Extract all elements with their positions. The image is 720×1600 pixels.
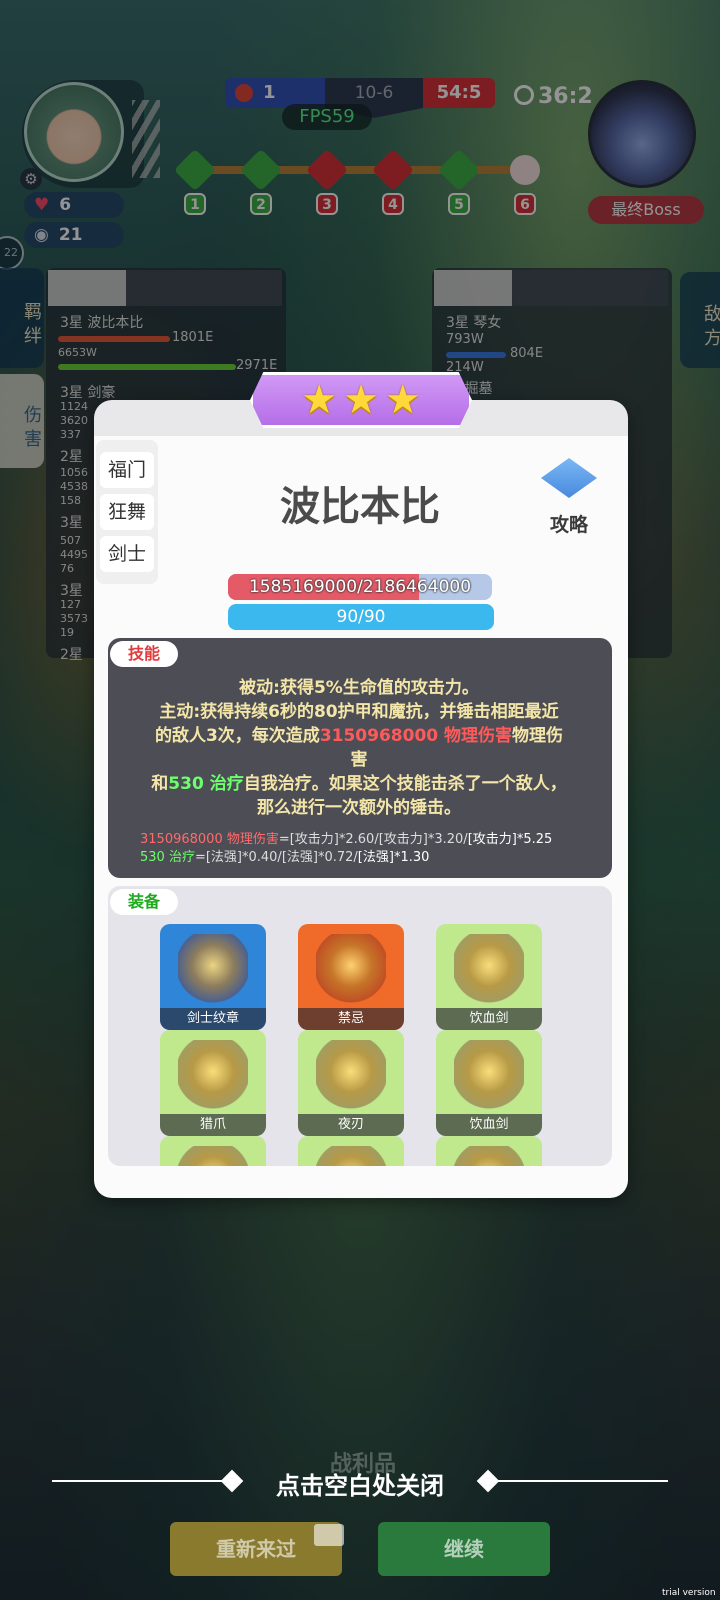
mana-bar: 90/90 (228, 604, 494, 630)
star-icon: ★ (343, 377, 379, 423)
trait-list: 福门 狂舞 剑士 (96, 440, 158, 584)
skill-tag: 技能 (110, 641, 179, 667)
skill-line: 那么进行一次额外的锤击。 (257, 798, 461, 818)
equipment-item[interactable]: 夜刃 (298, 1030, 404, 1136)
formula-text: [攻击力]*5.25 (467, 832, 553, 847)
heal-formula: 530 治疗=[法强]*0.40/[法强]*0.72/[法强]*1.30 (140, 846, 600, 865)
equipment-item[interactable] (298, 1136, 404, 1166)
equipment-item[interactable]: 猎爪 (160, 1030, 266, 1136)
equipment-icon (316, 1146, 386, 1166)
trait-item[interactable]: 狂舞 (100, 494, 154, 530)
trait-item[interactable]: 剑士 (100, 536, 154, 572)
watermark: trial version (662, 1588, 716, 1598)
health-bar: 1585169000/2186464000 (228, 574, 492, 600)
continue-button[interactable]: 继续 (378, 1522, 550, 1576)
skill-line: 的敌人3次，每次造成3150968000 物理伤害物理伤 (132, 724, 586, 748)
equipment-name: 禁忌 (298, 1008, 404, 1030)
equipment-item[interactable]: 饮血剑 (436, 1030, 542, 1136)
star-rating: ★ ★ ★ (250, 372, 472, 428)
equipment-icon (454, 934, 524, 1004)
equipment-name: 饮血剑 (436, 1114, 542, 1136)
skill-line: 被动:获得5%生命值的攻击力。 (239, 678, 479, 698)
equipment-item[interactable]: 剑士纹章 (160, 924, 266, 1030)
skill-line: 害 (350, 750, 368, 770)
skill-text-span: 和 (151, 774, 169, 794)
equipment-panel: 剑士纹章 禁忌 饮血剑 猎爪 夜刃 饮血剑 (108, 886, 612, 1166)
physical-damage-value: 3150968000 物理伤害 (319, 726, 513, 746)
divider (52, 1480, 232, 1482)
trait-item[interactable]: 福门 (100, 452, 154, 488)
equipment-icon (316, 1040, 386, 1110)
equipment-item[interactable]: 禁忌 (298, 924, 404, 1030)
skill-text-span: 自我治疗。如果这个技能击杀了一个敌人， (243, 774, 567, 794)
skill-text-span: 物理伤 (512, 726, 564, 746)
equipment-icon (454, 1146, 524, 1166)
formula-text: =[攻击力]*2.60/[攻击力]*3.20/ (278, 832, 468, 847)
equipment-item[interactable] (436, 1136, 542, 1166)
equipment-item[interactable] (160, 1136, 266, 1166)
equipment-icon (316, 934, 386, 1004)
star-icon: ★ (384, 377, 421, 423)
equipment-name: 剑士纹章 (160, 1008, 266, 1030)
skill-line: 和530 治疗自我治疗。如果这个技能击杀了一个敌人， (132, 772, 586, 796)
skill-line: 主动:获得持续6秒的80护甲和魔抗，并锤击相距最近 (159, 702, 559, 722)
damage-formula: 3150968000 物理伤害=[攻击力]*2.60/[攻击力]*3.20/[攻… (140, 828, 600, 847)
formula-text: [法强]*1.30 (357, 850, 430, 865)
equipment-icon (178, 1146, 248, 1166)
equipment-name: 夜刃 (298, 1114, 404, 1136)
equipment-icon (178, 1040, 248, 1110)
equipment-grid: 剑士纹章 禁忌 饮血剑 猎爪 夜刃 饮血剑 (160, 924, 550, 1166)
equipment-name: 猎爪 (160, 1114, 266, 1136)
guide-button[interactable]: 攻略 (536, 458, 602, 536)
equipment-icon (454, 1040, 524, 1110)
close-hint[interactable]: 点击空白处关闭 (232, 1466, 488, 1501)
skill-text-span: 的敌人3次，每次造成 (154, 726, 320, 746)
formula-heal: 530 治疗 (140, 850, 195, 865)
equipment-item[interactable]: 饮血剑 (436, 924, 542, 1030)
formula-damage: 3150968000 物理伤害 (140, 832, 279, 847)
graduation-cap-icon (541, 458, 597, 498)
skill-description: 被动:获得5%生命值的攻击力。 主动:获得持续6秒的80护甲和魔抗，并锤击相距最… (132, 676, 586, 820)
equipment-name: 饮血剑 (436, 1008, 542, 1030)
star-icon: ★ (301, 377, 338, 423)
close-hint-row[interactable]: 点击空白处关闭 (52, 1466, 668, 1500)
divider (488, 1480, 668, 1482)
guide-label: 攻略 (549, 514, 588, 536)
equipment-icon (178, 934, 248, 1004)
formula-text: =[法强]*0.40/[法强]*0.72/ (194, 850, 358, 865)
equipment-tag: 装备 (110, 889, 179, 915)
health-text: 1585169000/2186464000 (248, 577, 472, 597)
hero-name: 波比本比 (280, 484, 440, 530)
heal-value: 530 治疗 (168, 774, 244, 794)
video-icon (314, 1524, 344, 1546)
